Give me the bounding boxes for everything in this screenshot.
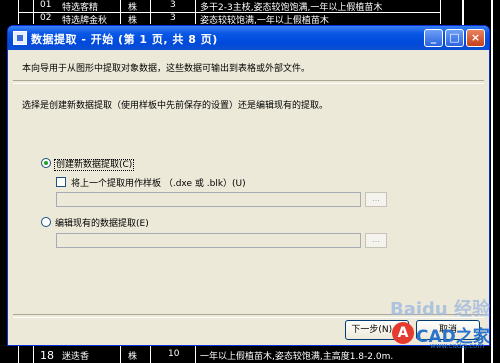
cad-url-watermark: www.cadzj.com	[430, 342, 485, 350]
bg-row18-qty: 10	[168, 349, 180, 359]
edit-browse-button[interactable]: ...	[365, 233, 387, 248]
bg-row18-name: 迷迭香	[62, 352, 90, 362]
maximize-button[interactable]: □	[445, 29, 464, 47]
bg-row2-num: 02	[40, 13, 52, 23]
bg-row1-unit: 株	[128, 3, 138, 13]
question-text: 选择是创建新数据提取（使用样板中先前保存的设置）还是编辑现有的提取。	[22, 101, 329, 111]
use-template-checkbox[interactable]	[56, 177, 66, 187]
template-path-field[interactable]	[56, 192, 361, 207]
cad-logo-icon: A	[392, 322, 414, 344]
bg-row18-num: 18	[40, 349, 54, 362]
create-new-radio[interactable]	[41, 158, 51, 168]
bg-row1-desc: 多干2-3主枝,姿态较饱饱满,一年以上假植苗木	[200, 3, 383, 13]
header-divider	[13, 80, 484, 84]
bg-row18-unit: 株	[128, 352, 138, 362]
bg-row1-num: 01	[40, 0, 52, 10]
create-new-label[interactable]: 创建新数据提取(C)	[53, 157, 135, 171]
window-title: 数据提取 - 开始 (第 1 页, 共 8 页)	[31, 33, 218, 46]
edit-path-field[interactable]	[56, 233, 361, 248]
bg-row1-qty: 3	[170, 0, 176, 10]
title-bar[interactable]: 数据提取 - 开始 (第 1 页, 共 8 页) _ □ ×	[8, 26, 489, 50]
edit-existing-radio[interactable]	[41, 217, 51, 227]
bg-row1-name: 特选客精	[62, 3, 99, 13]
create-new-label-text: 创建新数据提取(C)	[53, 159, 135, 171]
intro-text: 本向导用于从图形中提取对象数据，这些数据可输出到表格或外部文件。	[22, 64, 311, 74]
use-template-label[interactable]: 将上一个提取用作样板 （.dxe 或 .blk）(U)	[71, 176, 246, 189]
bg-row18-desc: 一年以上假植苗木,姿态较饱满,主高度1.8-2.0m.	[200, 352, 394, 362]
baidu-watermark: Baidu 经验	[390, 299, 491, 320]
app-icon	[13, 31, 27, 45]
edit-existing-label[interactable]: 编辑现有的数据提取(E)	[55, 216, 149, 229]
minimize-button[interactable]: _	[424, 29, 443, 47]
bg-row2-qty: 3	[170, 13, 176, 23]
template-browse-button[interactable]: ...	[365, 192, 387, 207]
close-button[interactable]: ×	[466, 29, 485, 47]
